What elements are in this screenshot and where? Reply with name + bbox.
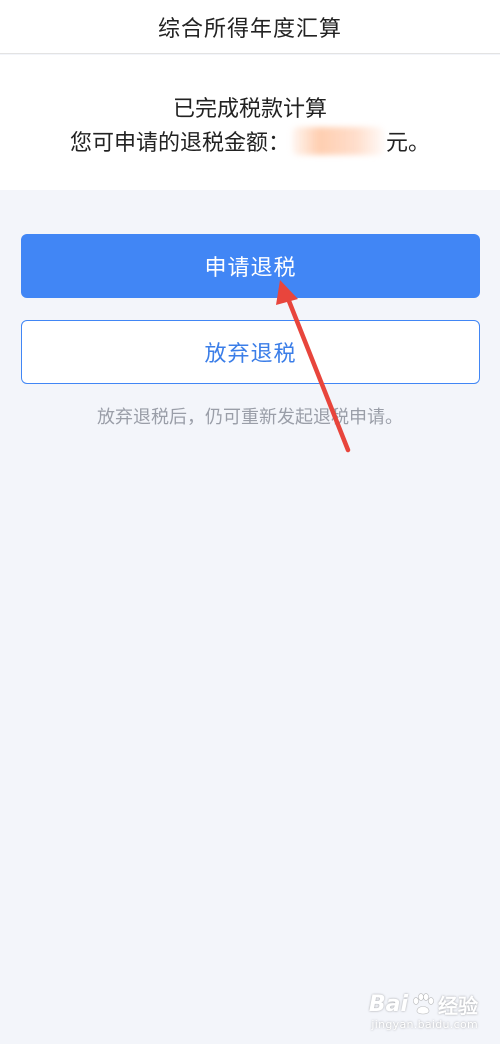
abandon-hint-text: 放弃退税后，仍可重新发起退税申请。 xyxy=(97,407,403,428)
refund-amount-line: 您可申请的退税金额： 元。 xyxy=(0,125,500,157)
refund-result-page: 综合所得年度汇算 已完成税款计算 您可申请的退税金额： 元。 申请退税 放弃退税… xyxy=(0,0,500,1044)
watermark-brand-right: 经验 xyxy=(438,994,478,1018)
calculation-status-text: 已完成税款计算 xyxy=(172,97,327,122)
watermark-site-url: jingyan.baidu.com xyxy=(371,1018,478,1031)
apply-refund-button[interactable]: 申请退税 xyxy=(21,234,480,298)
refund-amount-value-redacted xyxy=(292,127,384,155)
refund-amount-label: 您可申请的退税金额： xyxy=(69,131,290,156)
nav-bar: 综合所得年度汇算 xyxy=(0,0,500,54)
refund-amount-unit: 元。 xyxy=(386,131,431,156)
calculation-result-card: 已完成税款计算 您可申请的退税金额： 元。 xyxy=(0,55,500,190)
paw-icon xyxy=(413,992,434,1014)
watermark-brand-left: Bai xyxy=(368,992,408,1017)
abandon-refund-button[interactable]: 放弃退税 xyxy=(21,320,480,384)
page-title: 综合所得年度汇算 xyxy=(157,16,342,42)
baidu-jingyan-watermark: Bai 经验 xyxy=(369,990,478,1019)
